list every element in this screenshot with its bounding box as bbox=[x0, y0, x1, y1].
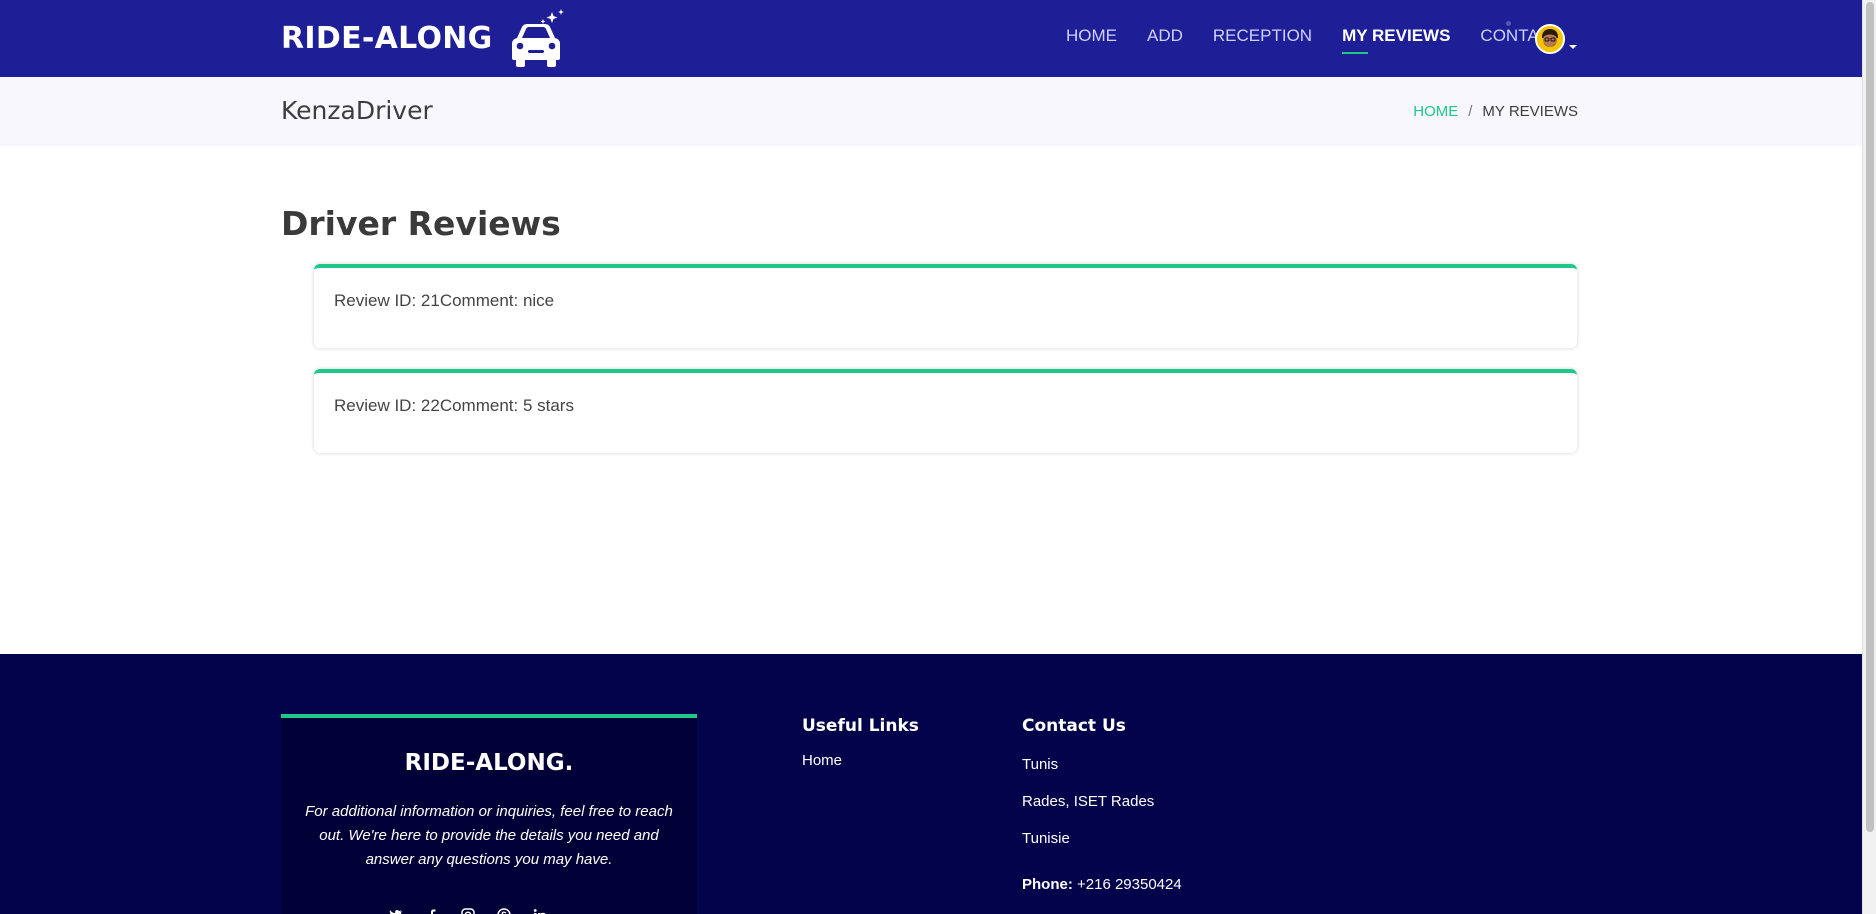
footer-description: For additional information or inquiries,… bbox=[305, 803, 673, 868]
instagram-icon[interactable] bbox=[461, 908, 475, 914]
breadcrumb-current: MY REVIEWS bbox=[1482, 103, 1578, 120]
social-links bbox=[389, 908, 547, 914]
car-icon bbox=[511, 9, 564, 67]
notification-dot bbox=[1506, 21, 1511, 26]
contact-city: Tunis bbox=[1022, 756, 1059, 773]
main-nav: HOME ADD RECEPTION MY REVIEWS CONTACT bbox=[1066, 26, 1561, 56]
chevron-down-icon[interactable] bbox=[1569, 45, 1577, 49]
skype-icon[interactable] bbox=[497, 908, 511, 914]
footer bbox=[0, 654, 1862, 914]
brand-name: RIDE-ALONG bbox=[281, 20, 493, 56]
breadcrumb-bar bbox=[0, 77, 1862, 146]
top-navbar bbox=[0, 0, 1862, 77]
footer-brand-box: RIDE-ALONG. For additional information o… bbox=[281, 714, 697, 914]
page-title: Driver Reviews bbox=[281, 204, 561, 243]
contact-address: Rades, ISET Rades bbox=[1022, 793, 1155, 810]
review-card: Review ID: 21Comment: nice bbox=[314, 264, 1577, 348]
brand-logo[interactable]: RIDE-ALONG bbox=[281, 8, 567, 68]
page-user-title: KenzaDriver bbox=[281, 96, 433, 125]
contact-country: Tunisie bbox=[1022, 830, 1070, 847]
nav-reception[interactable]: RECEPTION bbox=[1213, 26, 1312, 56]
twitter-icon[interactable] bbox=[389, 908, 403, 914]
user-avatar-icon bbox=[1537, 26, 1563, 52]
scrollbar-thumb[interactable] bbox=[1866, 2, 1874, 832]
breadcrumb-home-link[interactable]: HOME bbox=[1413, 103, 1458, 120]
linkedin-icon[interactable] bbox=[533, 908, 547, 914]
useful-links-title: Useful Links bbox=[802, 716, 919, 736]
footer-link-home[interactable]: Home bbox=[802, 752, 842, 769]
page-scrollbar[interactable] bbox=[1862, 0, 1876, 914]
footer-brand-name: RIDE-ALONG. bbox=[404, 750, 574, 776]
review-card: Review ID: 22Comment: 5 stars bbox=[314, 369, 1577, 453]
review-text: Review ID: 21Comment: nice bbox=[334, 291, 555, 310]
breadcrumb: HOME / MY REVIEWS bbox=[1413, 103, 1578, 120]
nav-home[interactable]: HOME bbox=[1066, 26, 1117, 56]
facebook-icon[interactable] bbox=[425, 908, 439, 914]
phone-value: +216 29350424 bbox=[1077, 876, 1182, 893]
nav-my-reviews[interactable]: MY REVIEWS bbox=[1342, 26, 1450, 56]
contact-phone: Phone: +216 29350424 bbox=[1022, 876, 1182, 893]
avatar[interactable] bbox=[1535, 24, 1565, 54]
nav-add[interactable]: ADD bbox=[1147, 26, 1183, 56]
phone-label: Phone: bbox=[1022, 876, 1073, 893]
breadcrumb-separator: / bbox=[1468, 103, 1473, 120]
contact-us-title: Contact Us bbox=[1022, 716, 1126, 736]
review-text: Review ID: 22Comment: 5 stars bbox=[334, 396, 574, 415]
